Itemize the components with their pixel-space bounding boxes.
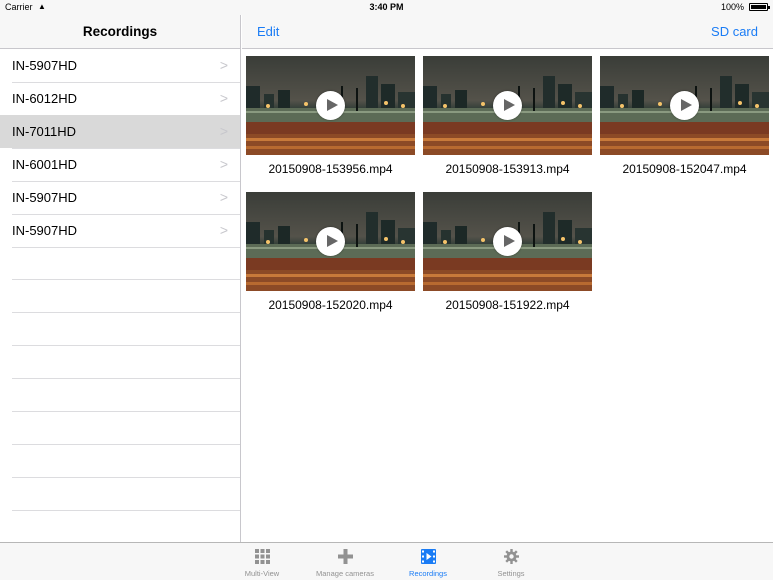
camera-name: IN-5907HD (12, 190, 78, 205)
play-icon (493, 91, 522, 120)
gear-icon (504, 549, 519, 564)
battery-icon (749, 3, 770, 11)
chevron-right-icon: > (219, 90, 228, 106)
chevron-right-icon: > (219, 156, 228, 172)
camera-list-item[interactable]: IN-5907HD > (0, 49, 240, 83)
empty-row (12, 346, 240, 379)
empty-row (12, 313, 240, 346)
edit-button[interactable]: Edit (257, 15, 279, 48)
camera-name: IN-6001HD (12, 157, 78, 172)
tab-manage-cameras[interactable]: Manage cameras (305, 543, 385, 581)
battery-percent: 100% (720, 2, 744, 12)
empty-row (12, 280, 240, 313)
play-icon (493, 227, 522, 256)
tab-multi-view[interactable]: Multi-View (222, 543, 302, 581)
camera-list-item[interactable]: IN-6012HD > (0, 82, 240, 116)
status-bar: Carrier ▲ 3:40 PM 100% (0, 0, 773, 15)
sd-card-button[interactable]: SD card (711, 15, 758, 48)
chevron-right-icon: > (219, 123, 228, 139)
grid-icon (255, 549, 270, 564)
sidebar: Recordings IN-5907HD > IN-6012HD > IN-70… (0, 15, 241, 542)
camera-list-item[interactable]: IN-5907HD > (0, 181, 240, 215)
film-icon (421, 549, 436, 564)
chevron-right-icon: > (219, 57, 228, 73)
video-thumbnail[interactable] (423, 56, 592, 155)
video-filename: 20150908-151922.mp4 (445, 298, 570, 312)
play-icon (670, 91, 699, 120)
tab-settings[interactable]: Settings (471, 543, 551, 581)
camera-list-item[interactable]: IN-5907HD > (0, 214, 240, 248)
video-thumbnail[interactable] (246, 192, 415, 291)
video-filename: 20150908-153913.mp4 (445, 162, 570, 176)
play-icon (316, 227, 345, 256)
tab-label: Settings (497, 569, 525, 578)
camera-list-item-selected[interactable]: IN-7011HD > (0, 115, 240, 149)
navigation-bar: Edit SD card (242, 15, 773, 49)
chevron-right-icon: > (219, 222, 228, 238)
camera-name: IN-5907HD (12, 58, 78, 73)
tab-label: Multi-View (244, 569, 280, 578)
empty-row (12, 445, 240, 478)
video-filename: 20150908-153956.mp4 (268, 162, 393, 176)
video-thumbnail[interactable] (600, 56, 769, 155)
empty-row (12, 247, 240, 280)
play-icon (316, 91, 345, 120)
tab-recordings[interactable]: Recordings (388, 543, 468, 581)
video-thumbnail[interactable] (246, 56, 415, 155)
camera-name: IN-7011HD (12, 124, 77, 139)
recordings-panel: Edit SD card 20150908-153956.mp4 2015090… (242, 15, 773, 542)
chevron-right-icon: > (219, 189, 228, 205)
camera-name: IN-6012HD (12, 91, 78, 106)
status-time: 3:40 PM (369, 2, 404, 12)
tab-label: Recordings (409, 569, 447, 578)
empty-row (12, 478, 240, 511)
video-thumbnail[interactable] (423, 192, 592, 291)
camera-list-item[interactable]: IN-6001HD > (0, 148, 240, 182)
plus-icon (338, 549, 353, 564)
video-filename: 20150908-152047.mp4 (622, 162, 747, 176)
camera-name: IN-5907HD (12, 223, 78, 238)
video-filename: 20150908-152020.mp4 (268, 298, 393, 312)
empty-row (12, 379, 240, 412)
tab-bar: Multi-View Manage cameras Recordings Set… (0, 542, 773, 580)
tab-label: Manage cameras (316, 569, 374, 578)
sidebar-title: Recordings (0, 15, 240, 49)
empty-row (12, 412, 240, 445)
